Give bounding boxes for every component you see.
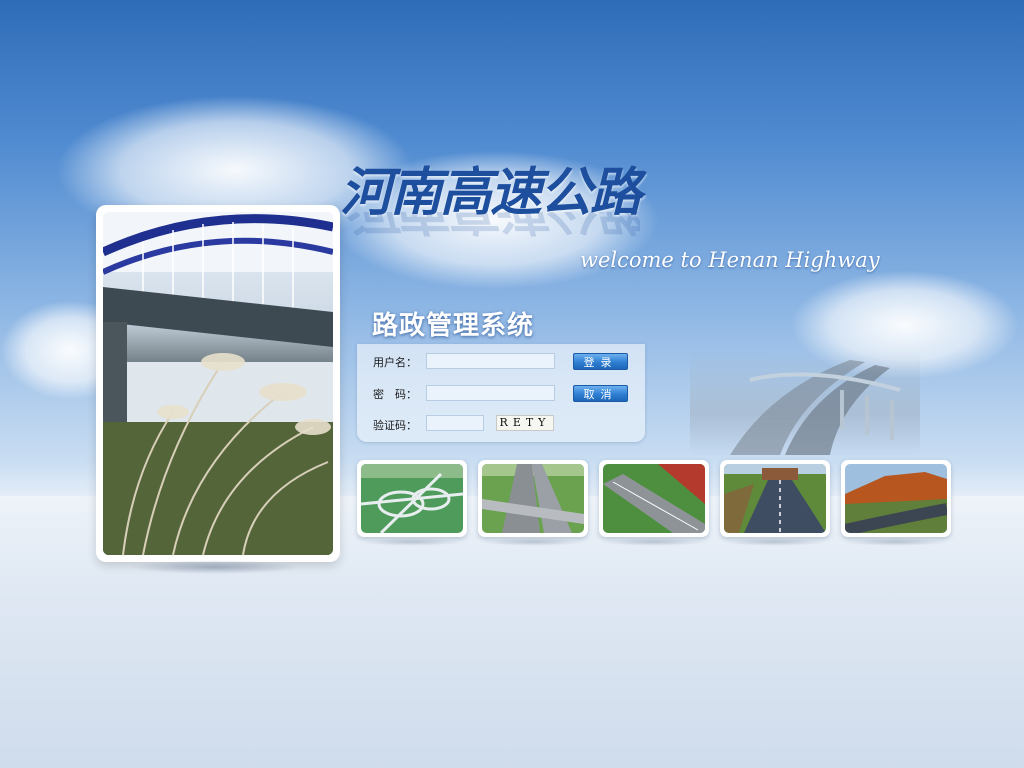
password-input[interactable] [426, 385, 555, 401]
cancel-button[interactable]: 取消 [573, 385, 628, 402]
thumbnail-interchange-photo-1[interactable] [357, 460, 467, 537]
overpass-illustration [482, 464, 584, 533]
bridge-photo [103, 212, 333, 555]
thumbnail-mountain-highway-photo[interactable] [841, 460, 951, 537]
interchange-illustration [361, 464, 463, 533]
captcha-label: 验证码： [373, 419, 417, 432]
highway-background-photo [690, 350, 920, 455]
bridge-photo-frame [96, 205, 340, 562]
thumbnail-shadow [483, 538, 583, 546]
thumbnail-shadow [725, 538, 825, 546]
login-button[interactable]: 登录 [573, 353, 628, 370]
photo-shadow [130, 560, 300, 574]
thumbnail-image [482, 464, 584, 533]
thumbnail-shadow [362, 538, 462, 546]
bridge-illustration [103, 212, 333, 555]
captcha-image[interactable]: RETY [496, 415, 554, 431]
greenbelt-illustration [603, 464, 705, 533]
highway-illustration [730, 360, 901, 455]
thumbnail-image [724, 464, 826, 533]
thumbnail-image [845, 464, 947, 533]
thumbnail-highway-overpass-photo[interactable] [478, 460, 588, 537]
username-label: 用户名： [373, 356, 417, 369]
mountain-road-illustration [845, 464, 947, 533]
thumbnail-highway-greenbelt-photo[interactable] [599, 460, 709, 537]
thumbnail-shadow [604, 538, 704, 546]
password-label: 密 码： [373, 388, 417, 401]
thumbnail-tunnel-highway-photo[interactable] [720, 460, 830, 537]
thumbnail-image [603, 464, 705, 533]
thumbnail-image [361, 464, 463, 533]
username-input[interactable] [426, 353, 555, 369]
tunnel-illustration [724, 464, 826, 533]
system-title: 路政管理系统 [372, 311, 535, 341]
logo-reflection: 河南高速公路 [340, 212, 640, 252]
captcha-input[interactable] [426, 415, 484, 431]
thumbnail-shadow [846, 538, 946, 546]
welcome-text: welcome to Henan Highway [580, 248, 880, 272]
